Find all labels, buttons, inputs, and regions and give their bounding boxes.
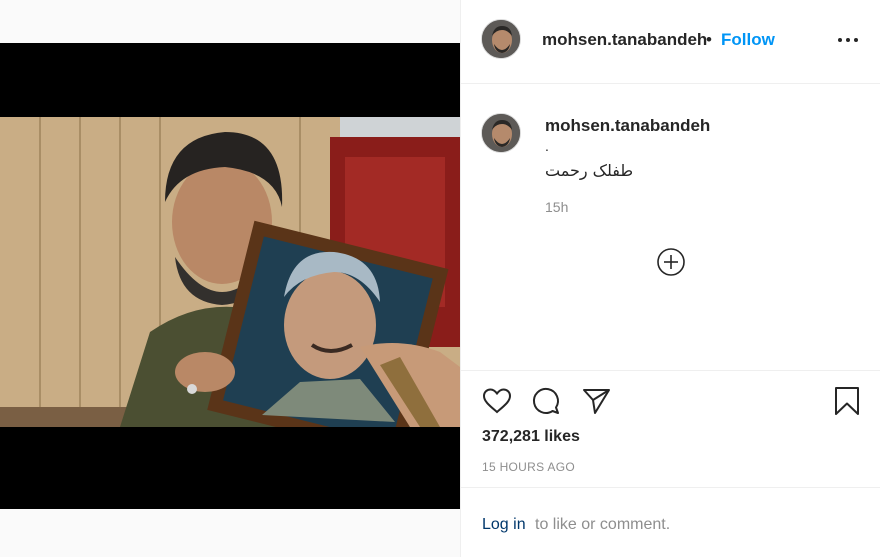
bookmark-icon[interactable] (831, 385, 863, 417)
caption-timestamp[interactable]: 15h (545, 199, 568, 215)
caption-section: mohsen.tanabandeh . طفلک رحمت 15h (461, 84, 880, 370)
media-pane (0, 0, 460, 557)
post-sidebar: mohsen.tanabandeh • Follow mohsen.tanaba… (460, 0, 880, 557)
avatar[interactable] (481, 19, 521, 59)
likes-count[interactable]: 372,281 likes (482, 428, 580, 446)
paper-plane-icon[interactable] (580, 385, 612, 417)
login-link[interactable]: Log in (482, 516, 526, 534)
caption-dot: . (545, 138, 549, 154)
caption-avatar[interactable] (481, 113, 521, 153)
login-prompt-text: to like or comment. (535, 516, 671, 533)
post-timestamp[interactable]: 15 HOURS AGO (482, 460, 575, 474)
speech-bubble-icon[interactable] (530, 385, 562, 417)
avatar-image (482, 20, 520, 58)
follow-separator: • (706, 30, 712, 49)
caption-username[interactable]: mohsen.tanabandeh (545, 116, 710, 136)
plus-circle-icon[interactable] (655, 246, 687, 278)
heart-icon[interactable] (481, 385, 513, 417)
caption-text: طفلک رحمت (545, 161, 634, 180)
avatar-image (482, 114, 520, 152)
more-options-icon[interactable] (835, 30, 861, 50)
follow-button[interactable]: Follow (721, 30, 775, 50)
username-link[interactable]: mohsen.tanabandeh (542, 30, 707, 50)
post-media[interactable] (0, 43, 460, 509)
login-prompt: Log in to like or comment. (461, 487, 880, 557)
action-bar (461, 370, 880, 430)
post-photo (0, 117, 460, 427)
post-header: mohsen.tanabandeh • Follow (461, 0, 880, 84)
